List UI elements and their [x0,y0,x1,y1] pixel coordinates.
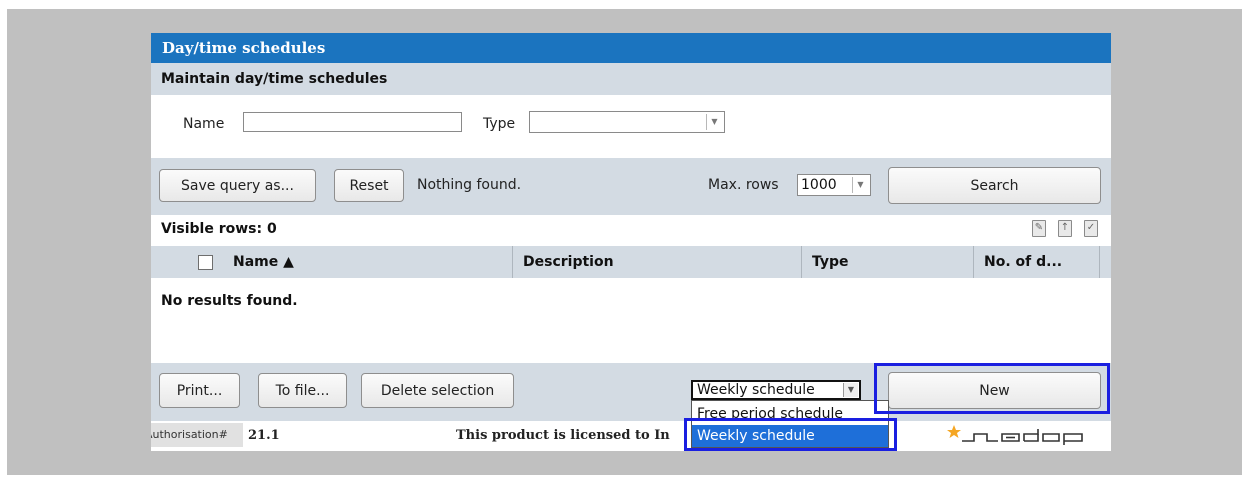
schedule-type-options: Free period schedule Weekly schedule [691,400,889,448]
print-button[interactable]: Print... [159,373,240,408]
max-rows-label: Max. rows [708,177,779,193]
grid-header: Name ▲ Description Type No. of d... [151,246,1111,278]
footer: Authorisation# 21.1 This product is lice… [151,421,1111,451]
column-divider [512,246,513,278]
reset-button[interactable]: Reset [334,169,404,202]
license-text: This product is licensed to In [456,428,670,443]
select-all-checkbox[interactable] [198,255,213,270]
nedap-logo-icon [946,423,1096,449]
column-header-no-of-days[interactable]: No. of d... [984,246,1062,278]
visible-rows-count: Visible rows: 0 [161,221,277,237]
new-button[interactable]: New [888,372,1101,409]
column-divider [973,246,974,278]
query-status: Nothing found. [417,177,522,193]
empty-results-message: No results found. [161,293,298,309]
option-weekly-schedule[interactable]: Weekly schedule [692,425,888,447]
max-rows-value: 1000 [801,177,837,193]
delete-selection-button[interactable]: Delete selection [361,373,514,408]
chevron-down-icon: ▼ [852,177,868,193]
column-header-description[interactable]: Description [523,246,614,278]
edit-document-icon[interactable]: ✎ [1032,220,1046,237]
type-label: Type [483,116,516,132]
to-file-button[interactable]: To file... [258,373,347,408]
query-toolbar: Save query as... Reset Nothing found. Ma… [151,158,1111,215]
panel-title: Day/time schedules [151,33,1111,63]
check-document-icon[interactable]: ✓ [1084,220,1098,237]
column-header-name[interactable]: Name ▲ [233,246,294,278]
schedule-type-select[interactable]: Weekly schedule ▼ [691,380,861,400]
chevron-down-icon: ▼ [843,383,858,397]
visible-rows-bar: Visible rows: 0 ✎ ↑ ✓ [151,215,1111,246]
export-document-icon[interactable]: ↑ [1058,220,1072,237]
column-header-type[interactable]: Type [812,246,849,278]
search-button[interactable]: Search [888,167,1101,204]
column-divider [801,246,802,278]
filter-area: Name Type ▼ [151,95,1111,158]
authorisation-label: Authorisation# [151,423,243,447]
type-select[interactable]: ▼ [529,111,725,133]
section-title: Maintain day/time schedules [151,63,1111,95]
column-divider [1099,246,1100,278]
schedules-panel: Day/time schedules Maintain day/time sch… [151,33,1111,451]
name-input[interactable] [243,112,462,132]
version-number: 21.1 [248,428,280,443]
max-rows-select[interactable]: 1000 ▼ [797,174,871,196]
chevron-down-icon: ▼ [706,114,722,130]
results-area: No results found. [151,278,1111,363]
name-label: Name [183,116,225,132]
schedule-type-value: Weekly schedule [697,382,815,398]
actions-bar: Print... To file... Delete selection New [151,363,1111,421]
option-free-period-schedule[interactable]: Free period schedule [692,403,888,425]
save-query-button[interactable]: Save query as... [159,169,316,202]
